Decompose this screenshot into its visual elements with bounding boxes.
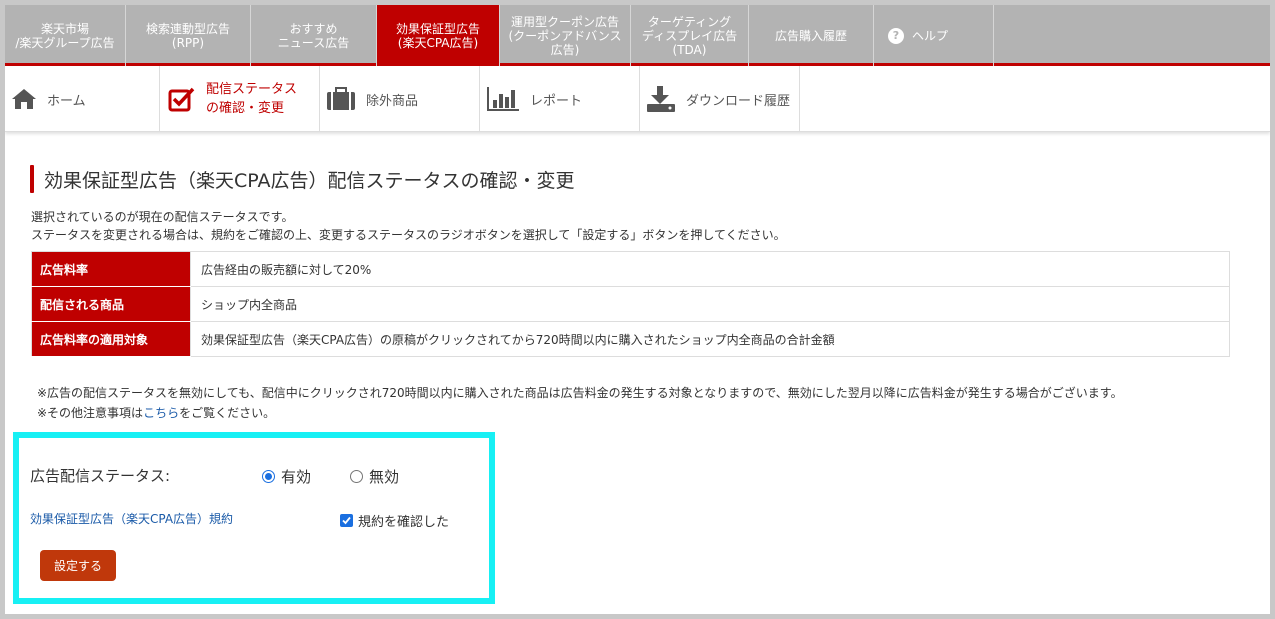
page-frame: 楽天市場 /楽天グループ広告 検索連動型広告 (RPP) おすすめ ニュース広告… [5,5,1270,614]
tab-rpp[interactable]: 検索連動型広告 (RPP) [126,5,251,66]
subnav-home[interactable]: ホーム [5,66,160,132]
note-line-2-suffix: をご覧ください。 [179,406,276,420]
subnav-report-label: レポート [530,93,583,109]
subnav-exclude[interactable]: 除外商品 [320,66,480,132]
tab-rakuten-ichiba[interactable]: 楽天市場 /楽天グループ広告 [5,5,126,66]
title-accent-bar [30,165,34,193]
page-description: 選択されているのが現在の配信ステータスです。 ステータスを変更される場合は、規約… [31,208,786,244]
subnav-home-label: ホーム [47,93,86,109]
table-header-cell: 広告料率の適用対象 [31,321,191,357]
description-line-2: ステータスを変更される場合は、規約をご確認の上、変更するステータスのラジオボタン… [31,228,786,242]
home-icon [11,88,37,110]
notes-link[interactable]: こちら [143,406,179,420]
subnav-status[interactable]: 配信ステータス の確認・変更 [160,66,320,132]
table-value-cell: 効果保証型広告（楽天CPA広告）の原稿がクリックされてから720時間以内に購入さ… [190,321,1230,357]
tab-recommend-news[interactable]: おすすめ ニュース広告 [251,5,377,66]
subnav-status-label-2: の確認・変更 [206,101,285,116]
radio-disabled[interactable]: 無効 [350,466,399,487]
notes: ※広告の配信ステータスを無効にしても、配信中にクリックされ720時間以内に購入さ… [37,383,1123,423]
radio-enabled-button[interactable] [262,470,275,483]
top-tab-bar: 楽天市場 /楽天グループ広告 検索連動型広告 (RPP) おすすめ ニュース広告… [5,5,1270,66]
table-row: 配信される商品 ショップ内全商品 [31,286,1230,322]
checkbox-check-icon [168,86,196,112]
subnav-exclude-label: 除外商品 [366,93,419,109]
status-label: 広告配信ステータス: [30,467,171,485]
note-line-1: ※広告の配信ステータスを無効にしても、配信中にクリックされ720時間以内に購入さ… [37,386,1123,400]
page-title-wrap: 効果保証型広告（楽天CPA広告）配信ステータスの確認・変更 [30,165,575,193]
help-label: ヘルプ [912,28,949,43]
tab-tda[interactable]: ターゲティング ディスプレイ広告 (TDA) [631,5,749,66]
radio-enabled-label: 有効 [281,468,312,486]
subnav-download-label: ダウンロード履歴 [686,93,791,109]
download-icon [646,85,676,113]
subnav-download[interactable]: ダウンロード履歴 [640,66,800,132]
table-value-cell: 広告経由の販売額に対して20% [190,251,1230,287]
subnav-report[interactable]: レポート [480,66,640,132]
check-icon[interactable] [340,514,353,527]
table-header-cell: 広告料率 [31,251,191,287]
table-header-cell: 配信される商品 [31,286,191,322]
bar-chart-icon [486,86,520,112]
radio-disabled-label: 無効 [369,468,400,486]
briefcase-icon [326,87,356,111]
tab-cpa[interactable]: 効果保証型広告 (楽天CPA広告) [377,5,500,66]
confirm-label: 規約を確認した [358,515,450,530]
tab-help[interactable]: ? ヘルプ [874,5,994,66]
table-value-cell: ショップ内全商品 [190,286,1230,322]
subnav-status-label-1: 配信ステータス [206,82,298,97]
page-title: 効果保証型広告（楽天CPA広告）配信ステータスの確認・変更 [44,169,575,192]
tab-coupon-advance[interactable]: 運用型クーポン広告 (クーポンアドバンス 広告) [500,5,631,66]
sub-nav: ホーム 配信ステータス の確認・変更 除外商品 レポート ダウンロード履歴 [5,66,1270,132]
table-row: 広告料率の適用対象 効果保証型広告（楽天CPA広告）の原稿がクリックされてから7… [31,321,1230,357]
radio-enabled[interactable]: 有効 [262,466,311,487]
submit-button[interactable]: 設定する [40,550,116,581]
radio-disabled-button[interactable] [350,470,363,483]
confirm-checkbox[interactable]: 規約を確認した [340,511,449,530]
info-table: 広告料率 広告経由の販売額に対して20% 配信される商品 ショップ内全商品 広告… [31,251,1230,357]
tab-purchase-history[interactable]: 広告購入履歴 [749,5,874,66]
note-line-2-prefix: ※その他注意事項は [37,406,144,420]
table-row: 広告料率 広告経由の販売額に対して20% [31,251,1230,287]
terms-link[interactable]: 効果保証型広告（楽天CPA広告）規約 [30,510,233,527]
question-circle-icon: ? [888,27,904,44]
note-line-2: ※その他注意事項はこちらをご覧ください。 [37,403,1123,423]
description-line-1: 選択されているのが現在の配信ステータスです。 [31,210,294,224]
subnav-status-label: 配信ステータス の確認・変更 [206,80,297,118]
